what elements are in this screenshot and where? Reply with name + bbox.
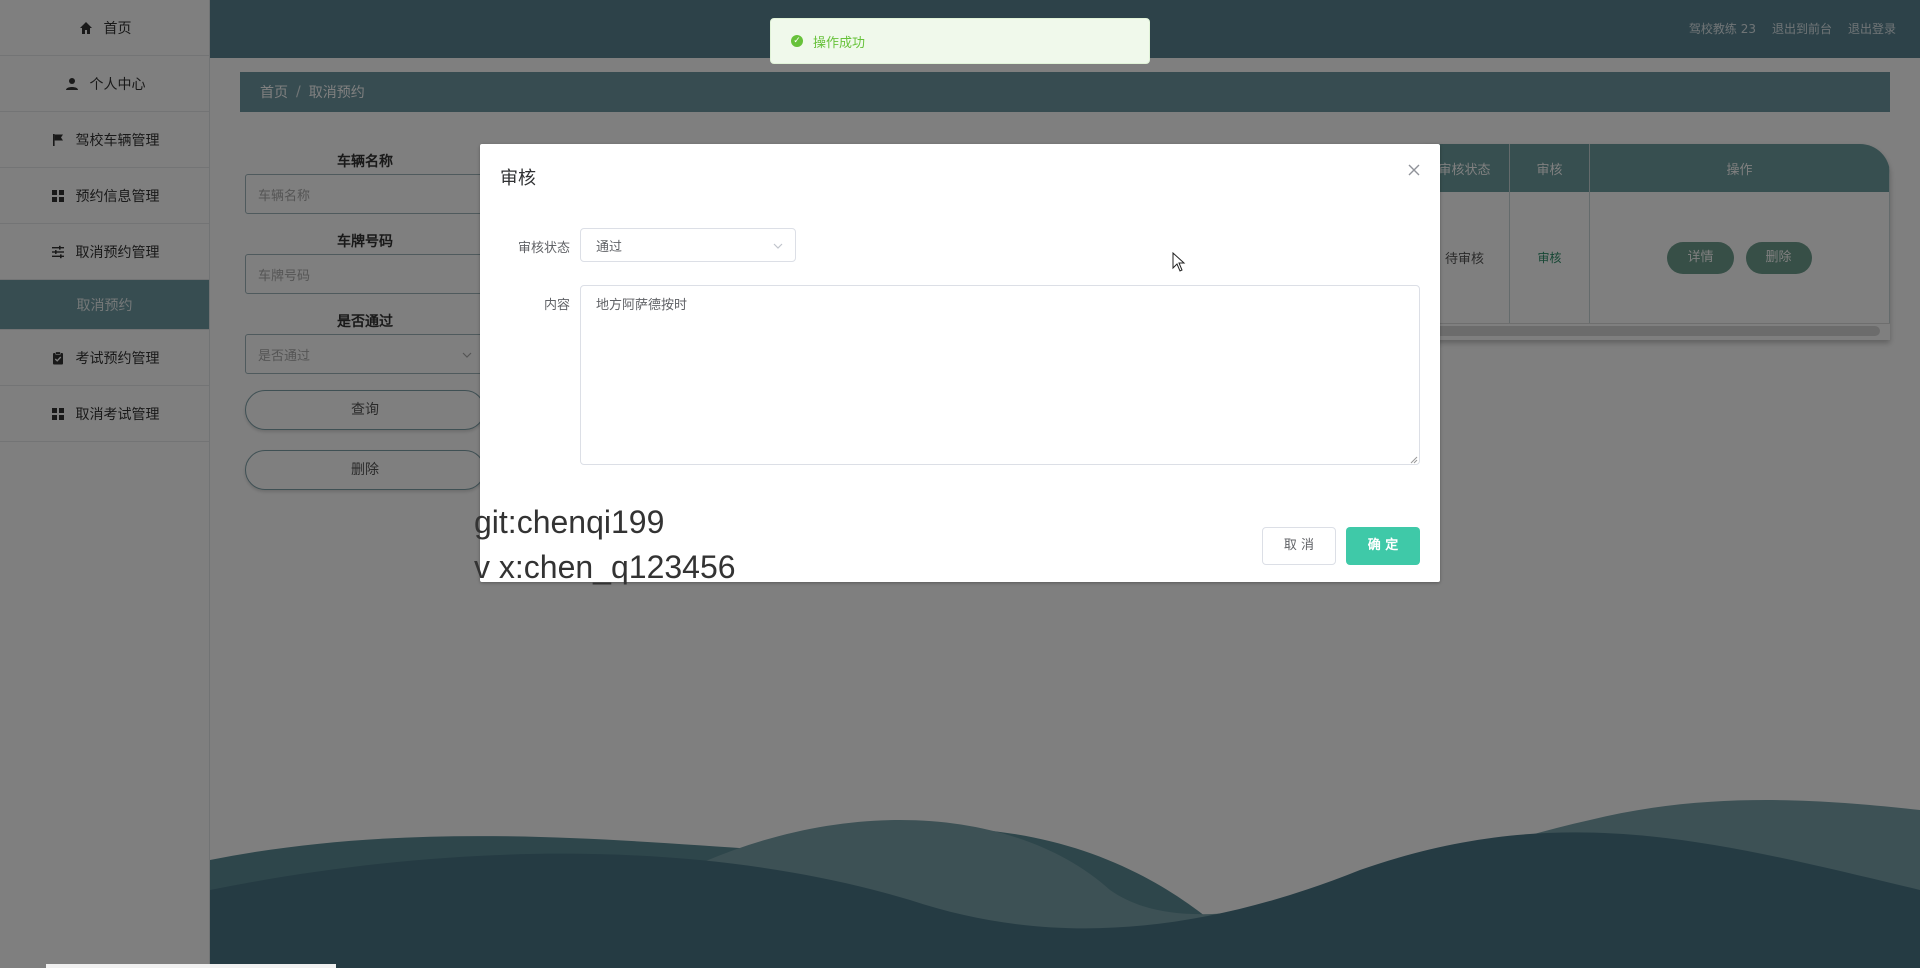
- review-status-label: 审核状态: [517, 241, 570, 256]
- watermark-text: git:chenqi199 v x:chen_q123456: [474, 500, 736, 590]
- dialog-title: 审核: [500, 168, 536, 189]
- resize-grip-icon[interactable]: [1408, 453, 1418, 464]
- cancel-button[interactable]: 取 消: [1262, 527, 1336, 565]
- watermark-line-2: v x:chen_q123456: [474, 549, 736, 585]
- chevron-down-icon: [773, 238, 783, 253]
- review-status-select[interactable]: 通过: [580, 228, 796, 262]
- watermark-line-1: git:chenqi199: [474, 504, 665, 540]
- bottom-scroll-strip: [46, 964, 336, 968]
- close-icon[interactable]: [1406, 162, 1422, 178]
- check-circle-icon: ✓: [791, 35, 803, 47]
- toast-message: 操作成功: [813, 35, 866, 51]
- success-toast: ✓ 操作成功: [770, 18, 1150, 64]
- content-textarea[interactable]: 地方阿萨德按时: [580, 285, 1420, 465]
- content-label: 内容: [543, 298, 570, 313]
- confirm-button[interactable]: 确 定: [1346, 527, 1420, 565]
- review-status-value: 通过: [596, 239, 623, 255]
- mouse-cursor-icon: [1172, 251, 1186, 276]
